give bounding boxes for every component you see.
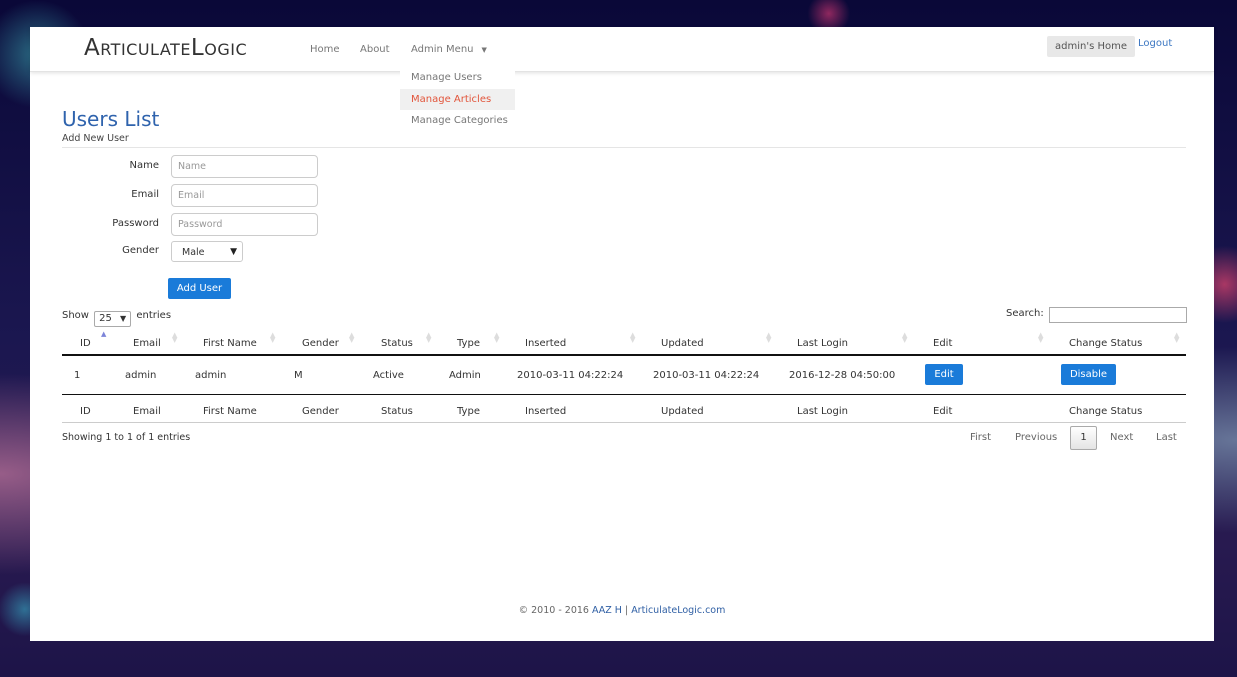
col-last-login[interactable]: Last Login	[797, 338, 848, 349]
cell-gender: M	[294, 370, 303, 381]
password-input[interactable]	[171, 213, 318, 236]
foot-col-last-login: Last Login	[797, 406, 848, 417]
foot-col-edit: Edit	[933, 406, 953, 417]
gender-label: Gender	[122, 245, 159, 256]
gender-select[interactable]: Male ▼	[171, 241, 243, 262]
table-info: Showing 1 to 1 of 1 entries	[62, 432, 191, 443]
cell-first-name: admin	[195, 370, 227, 381]
site-link[interactable]: ArticulateLogic.com	[631, 605, 725, 616]
pager-first[interactable]: First	[970, 426, 991, 450]
foot-col-inserted: Inserted	[525, 406, 567, 417]
sort-icon: ▲ ▼	[494, 331, 500, 344]
sort-icon: ▲ ▼	[426, 331, 432, 344]
page-length-value: 25	[99, 313, 112, 324]
cell-last-login: 2016-12-28 04:50:00	[789, 370, 896, 381]
nav-admin-menu[interactable]: Admin Menu ▼	[411, 44, 487, 55]
col-id[interactable]: ID	[80, 338, 91, 349]
menu-item-manage-articles[interactable]: Manage Articles	[400, 88, 515, 110]
dropdown-arrow-icon: ▼	[120, 314, 127, 323]
page-title: Users List	[62, 107, 160, 131]
pager-previous[interactable]: Previous	[1015, 426, 1057, 450]
admin-home-button[interactable]: admin's Home	[1047, 36, 1135, 57]
pager-last[interactable]: Last	[1156, 426, 1177, 450]
page-length-select[interactable]: 25 ▼	[94, 311, 132, 327]
password-label: Password	[112, 218, 159, 229]
sort-icon: ▲ ▼	[1038, 331, 1044, 344]
foot-col-change-status: Change Status	[1069, 406, 1143, 417]
author-link[interactable]: AAZ H	[592, 605, 622, 616]
edit-button[interactable]: Edit	[925, 364, 963, 385]
sort-icon: ▲ ▼	[270, 331, 276, 344]
nav-home[interactable]: Home	[310, 44, 340, 55]
sort-icon: ▲ ▼	[349, 331, 355, 344]
pager-page-1[interactable]: 1	[1070, 426, 1097, 450]
sort-icon: ▲ ▼	[172, 331, 178, 344]
sort-icon: ▲ ▼	[630, 331, 636, 344]
sort-icon: ▲ ▼	[1174, 331, 1180, 344]
col-email[interactable]: Email	[133, 338, 161, 349]
cell-type: Admin	[449, 370, 481, 381]
foot-col-updated: Updated	[661, 406, 704, 417]
gender-value: Male	[182, 247, 205, 258]
caret-down-icon: ▼	[481, 46, 487, 54]
dropdown-arrow-icon: ▼	[230, 247, 237, 257]
disable-button[interactable]: Disable	[1061, 364, 1116, 385]
entries-label: entries	[136, 310, 172, 321]
admin-dropdown-menu: Manage Users Manage Articles Manage Cate…	[400, 67, 515, 132]
cell-id: 1	[74, 370, 81, 381]
nav-about[interactable]: About	[360, 44, 390, 55]
menu-item-manage-users[interactable]: Manage Users	[400, 67, 515, 89]
divider	[62, 147, 1186, 148]
table-header: ID ▲ Email ▲ ▼ First Name ▲ ▼ Gender ▲ ▼ St…	[62, 328, 1186, 356]
col-edit[interactable]: Edit	[933, 338, 952, 349]
show-label: Show	[62, 310, 89, 321]
copyright-text: © 2010 - 2016	[518, 605, 589, 616]
cell-email: admin	[125, 370, 157, 381]
cell-updated: 2010-03-11 04:22:24	[653, 370, 760, 381]
email-input[interactable]	[171, 184, 318, 207]
logout-link[interactable]: Logout	[1138, 38, 1172, 49]
page-container: ArticulateLogic Home About Admin Menu ▼ a…	[30, 27, 1214, 641]
sort-icon: ▲ ▼	[766, 331, 772, 344]
foot-col-first-name: First Name	[203, 406, 257, 417]
col-status[interactable]: Status	[381, 338, 413, 349]
sort-icon: ▲ ▼	[902, 331, 908, 344]
foot-col-gender: Gender	[302, 406, 339, 417]
foot-col-email: Email	[133, 406, 161, 417]
cell-status: Active	[373, 370, 404, 381]
page-length-control: Show 25 ▼ entries	[62, 308, 172, 327]
footer-separator: |	[624, 605, 629, 616]
name-label: Name	[129, 160, 159, 171]
search-label: Search:	[1006, 308, 1044, 319]
footer: © 2010 - 2016 AAZ H | ArticulateLogic.co…	[30, 605, 1214, 616]
foot-col-type: Type	[457, 406, 480, 417]
col-first-name[interactable]: First Name	[203, 338, 257, 349]
email-label: Email	[131, 189, 159, 200]
navbar: ArticulateLogic Home About Admin Menu ▼ a…	[30, 27, 1214, 72]
table-footer: ID Email First Name Gender Status Type I…	[62, 396, 1186, 423]
cell-inserted: 2010-03-11 04:22:24	[517, 370, 624, 381]
col-type[interactable]: Type	[457, 338, 480, 349]
sort-asc-icon: ▲	[101, 330, 107, 338]
name-input[interactable]	[171, 155, 318, 178]
col-updated[interactable]: Updated	[661, 338, 704, 349]
add-user-button[interactable]: Add User	[168, 278, 231, 299]
col-inserted[interactable]: Inserted	[525, 338, 566, 349]
col-change-status[interactable]: Change Status	[1069, 338, 1142, 349]
admin-menu-label: Admin Menu	[411, 44, 474, 55]
foot-col-id: ID	[80, 406, 91, 417]
search-input[interactable]	[1049, 307, 1187, 323]
pager-next[interactable]: Next	[1110, 426, 1133, 450]
foot-col-status: Status	[381, 406, 413, 417]
brand-logo[interactable]: ArticulateLogic	[84, 35, 247, 61]
table-row: 1 admin admin M Active Admin 2010-03-11 …	[62, 357, 1186, 395]
col-gender[interactable]: Gender	[302, 338, 339, 349]
section-subtitle: Add New User	[62, 133, 129, 144]
menu-item-manage-categories[interactable]: Manage Categories	[400, 110, 515, 132]
